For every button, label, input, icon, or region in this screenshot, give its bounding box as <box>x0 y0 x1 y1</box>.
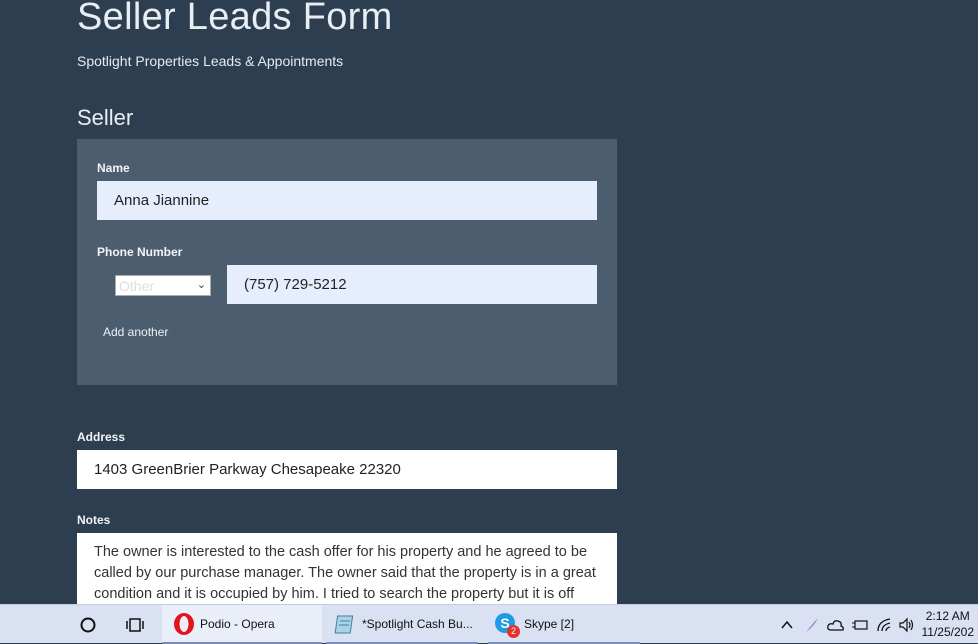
task-view-icon <box>126 617 144 632</box>
chevron-down-icon: ⌄ <box>196 279 206 291</box>
cortana-icon <box>80 617 96 632</box>
battery-plug-icon <box>852 619 868 630</box>
volume-icon <box>899 617 914 632</box>
taskbar-app-skype-label: Skype [2] <box>524 616 575 631</box>
notes-field[interactable]: The owner is interested to the cash offe… <box>77 533 617 604</box>
onedrive-tray-icon[interactable] <box>827 605 845 644</box>
name-field[interactable]: Anna Jiannine <box>97 181 597 220</box>
task-view-button[interactable] <box>123 605 147 644</box>
clock-date: 11/25/202 <box>921 625 975 639</box>
phone-type-value: Other <box>119 277 155 294</box>
battery-tray-icon[interactable] <box>851 605 869 644</box>
taskbar-app-opera[interactable]: Podio - Opera <box>162 605 322 644</box>
clock-time: 2:12 AM <box>925 609 970 623</box>
add-another-link[interactable]: Add another <box>103 325 168 339</box>
notes-label: Notes <box>77 513 111 527</box>
clock[interactable]: 2:12 AM 11/25/202 <box>922 608 975 640</box>
chevron-up-icon <box>781 620 793 628</box>
feather-tray-icon[interactable] <box>804 605 820 644</box>
phone-type-select[interactable]: Other ⌄ <box>115 275 211 296</box>
volume-tray-icon[interactable] <box>898 605 916 644</box>
form-subtitle: Spotlight Properties Leads & Appointment… <box>77 53 344 69</box>
wifi-icon <box>877 617 891 631</box>
taskbar-app-notepad[interactable]: *Spotlight Cash Bu... <box>326 605 478 644</box>
address-field[interactable]: 1403 GreenBrier Parkway Chesapeake 22320 <box>77 450 617 489</box>
cortana-button[interactable] <box>76 605 100 644</box>
skype-badge: 2 <box>507 624 520 638</box>
taskbar-app-skype[interactable]: S 2 Skype [2] <box>488 605 640 644</box>
feather-icon <box>806 617 818 632</box>
wifi-tray-icon[interactable] <box>876 605 894 644</box>
section-title-seller: Seller <box>77 105 134 130</box>
form-page: Seller Leads Form Spotlight Properties L… <box>0 0 978 604</box>
opera-icon <box>174 612 194 635</box>
skype-icon: S 2 <box>494 612 520 638</box>
seller-panel <box>77 139 617 385</box>
taskbar-app-notepad-label: *Spotlight Cash Bu... <box>362 616 473 631</box>
address-label: Address <box>77 430 126 444</box>
cloud-icon <box>827 619 844 631</box>
notepad-icon <box>334 615 354 633</box>
tray-overflow-button[interactable] <box>780 605 794 644</box>
form-title: Seller Leads Form <box>77 0 393 38</box>
phone-field[interactable]: (757) 729-5212 <box>227 265 597 304</box>
phone-label: Phone Number <box>97 245 183 259</box>
name-label: Name <box>97 161 130 175</box>
taskbar: Podio - Opera *Spotlight Cash Bu... S 2 … <box>0 604 978 644</box>
taskbar-app-opera-label: Podio - Opera <box>200 616 275 631</box>
